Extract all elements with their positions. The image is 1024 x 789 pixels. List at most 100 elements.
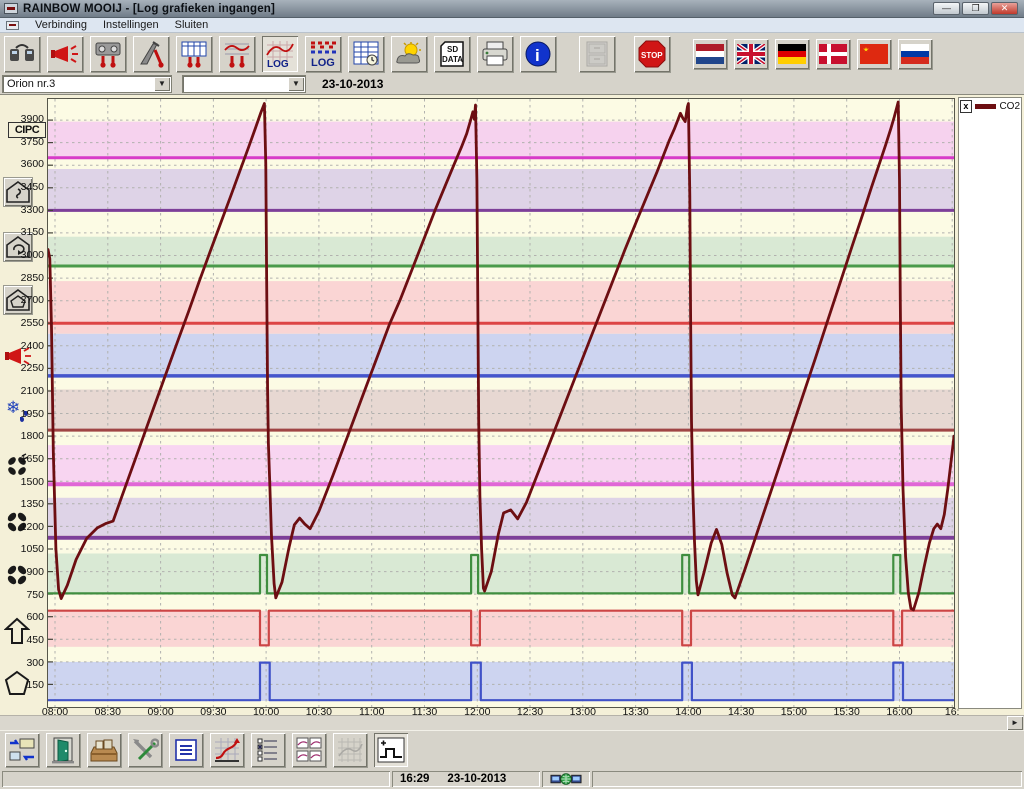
language-chinese-button[interactable] <box>857 39 891 69</box>
log-plot <box>47 98 955 708</box>
stop-button[interactable]: STOP <box>634 36 670 72</box>
language-dutch-button[interactable] <box>693 39 727 69</box>
tools-icon <box>131 737 159 763</box>
status-connection <box>542 771 590 787</box>
menu-instellingen[interactable]: Instellingen <box>103 19 159 31</box>
close-button[interactable]: ✕ <box>991 2 1018 15</box>
exit-door-icon <box>50 736 76 764</box>
status-date: 23-10-2013 <box>447 773 506 785</box>
print-button[interactable] <box>477 36 513 72</box>
window-title: RAINBOW MOOIJ - [Log grafieken ingangen] <box>23 3 275 15</box>
co2-series-label: CO2 <box>999 101 1020 112</box>
info-icon: i <box>524 40 552 68</box>
app-icon <box>4 3 18 14</box>
y-tick-label: 1350 <box>0 498 44 510</box>
controller-panel-icon <box>94 40 122 68</box>
stop-icon: STOP <box>637 39 667 69</box>
language-english-button[interactable] <box>734 39 768 69</box>
y-tick-label: 300 <box>0 657 44 669</box>
log-graph-inputs-button[interactable]: LOG <box>262 36 298 72</box>
flag-dk-icon <box>819 44 847 64</box>
multi-graph-icon <box>295 736 323 764</box>
chevron-down-icon[interactable]: ▼ <box>154 77 170 91</box>
log-outputs-button[interactable]: LOG <box>305 36 341 72</box>
y-tick-label: 900 <box>0 566 44 578</box>
y-tick-label: 3750 <box>0 136 44 148</box>
y-tick-label: 2700 <box>0 294 44 306</box>
channel-checkboxes-icon <box>255 737 281 763</box>
mdi-child-icon <box>6 21 19 30</box>
connect-icon <box>8 40 36 68</box>
alarm-horn-button[interactable] <box>47 36 83 72</box>
unit-selector[interactable]: Orion nr.3 ▼ <box>2 75 172 93</box>
chevron-down-icon[interactable]: ▼ <box>288 77 304 91</box>
digital-signals-button[interactable] <box>374 733 408 767</box>
y-tick-label: 1200 <box>0 521 44 533</box>
printer-icon <box>481 40 509 68</box>
settings-tools-button[interactable] <box>128 733 162 767</box>
list-view-button[interactable] <box>169 733 203 767</box>
scroll-right-button[interactable]: ► <box>1007 716 1023 730</box>
graph-temperatures-button[interactable] <box>219 36 255 72</box>
selected-date-label: 23-10-2013 <box>322 77 383 91</box>
sd-data-button[interactable]: SD DATA <box>434 36 470 72</box>
selector-row: Orion nr.3 ▼ ▼ 23-10-2013 <box>0 74 1024 94</box>
table-clock-icon <box>352 40 380 68</box>
co2-series-swatch <box>975 104 997 109</box>
weather-icon <box>394 41 424 67</box>
archive-cabinet-button <box>579 36 615 72</box>
app-window: RAINBOW MOOIJ - [Log grafieken ingangen]… <box>0 0 1024 789</box>
language-russian-button[interactable] <box>898 39 932 69</box>
exit-button[interactable] <box>46 733 80 767</box>
square-wave-icon <box>377 737 405 763</box>
data-table-button[interactable] <box>348 36 384 72</box>
weather-button[interactable] <box>391 36 427 72</box>
channel-select-button[interactable] <box>251 733 285 767</box>
graph-thermometer-icon <box>223 40 251 68</box>
y-tick-label: 3300 <box>0 204 44 216</box>
y-tick-label: 2250 <box>0 362 44 374</box>
svg-text:STOP: STOP <box>641 51 663 60</box>
controller-panel-button[interactable] <box>90 36 126 72</box>
y-tick-label: 3600 <box>0 158 44 170</box>
y-tick-label: 3450 <box>0 181 44 193</box>
flag-nl-icon <box>696 44 724 64</box>
multi-graph-button[interactable] <box>292 733 326 767</box>
y-tick-label: 2550 <box>0 317 44 329</box>
y-tick-label: 1050 <box>0 543 44 555</box>
card-box-icon <box>90 737 118 763</box>
trend-graph-button[interactable] <box>210 733 244 767</box>
y-tick-label: 3000 <box>0 249 44 261</box>
status-empty-right <box>592 771 1022 787</box>
legend-close-checkbox[interactable]: x <box>960 100 972 113</box>
calendar-thermometer-icon <box>180 40 208 68</box>
status-time: 16:29 <box>400 773 429 785</box>
menu-verbinding[interactable]: Verbinding <box>35 19 87 31</box>
minimize-button[interactable]: — <box>933 2 960 15</box>
svg-text:DATA: DATA <box>442 55 463 64</box>
top-toolbar: LOG LOG <box>0 33 1024 74</box>
cabinet-icon <box>584 40 610 68</box>
legend-panel: x CO2 <box>958 97 1022 709</box>
bottom-toolbar <box>0 730 1024 769</box>
connect-button[interactable] <box>4 36 40 72</box>
flag-de-icon <box>778 44 806 64</box>
calibration-button[interactable] <box>133 36 169 72</box>
y-tick-label: 450 <box>0 634 44 646</box>
day-temperatures-button[interactable] <box>176 36 212 72</box>
language-danish-button[interactable] <box>816 39 850 69</box>
trend-icon <box>213 736 241 764</box>
secondary-selector[interactable]: ▼ <box>182 75 306 93</box>
horn-icon <box>50 41 80 67</box>
chart-area: CIPC ❄ <box>0 94 1024 730</box>
archive-box-button[interactable] <box>87 733 121 767</box>
maximize-button[interactable]: ❐ <box>962 2 989 15</box>
info-button[interactable]: i <box>520 36 556 72</box>
horizontal-scrollbar[interactable]: ► <box>0 715 1024 730</box>
menu-sluiten[interactable]: Sluiten <box>175 19 209 31</box>
transfer-icon <box>8 737 36 763</box>
transfer-button[interactable] <box>5 733 39 767</box>
status-empty-left <box>2 771 390 787</box>
language-german-button[interactable] <box>775 39 809 69</box>
y-tick-label: 750 <box>0 589 44 601</box>
